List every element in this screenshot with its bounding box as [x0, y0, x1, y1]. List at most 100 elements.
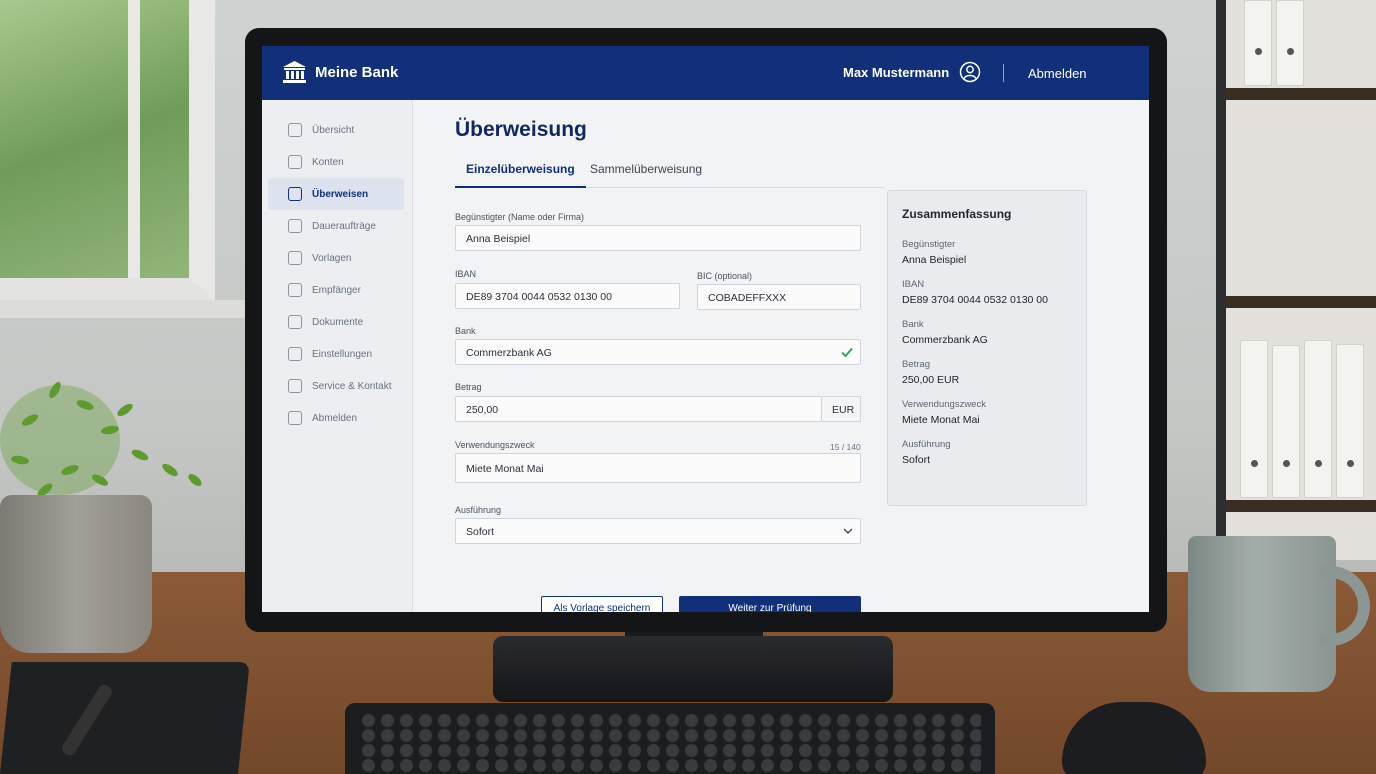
sidebar-item-5[interactable]: Empfänger [268, 274, 412, 306]
bank-label: Bank [455, 326, 476, 336]
top-bar: Meine Bank Max Mustermann Abmelden [262, 46, 1149, 100]
summary-row-label: IBAN [902, 279, 925, 290]
wallet-icon [288, 155, 302, 169]
summary-row: IBAN DE89 3704 0044 0532 0130 00 [902, 279, 1072, 306]
bank-building-icon [283, 61, 306, 83]
sidebar-item-6[interactable]: Dokumente [268, 306, 412, 338]
background-shelf [1216, 0, 1376, 560]
save-template-button[interactable]: Als Vorlage speichern [541, 596, 663, 612]
transfer-tabs: Einzelüberweisung Sammelüberweisung [455, 156, 885, 188]
brand-logo[interactable]: Meine Bank [282, 60, 398, 84]
summary-row-label: Ausführung [902, 439, 951, 450]
summary-row-value: Sofort [902, 454, 931, 466]
summary-row-value: Commerzbank AG [902, 334, 988, 346]
shelf-board [1226, 88, 1376, 100]
tab-single-transfer[interactable]: Einzelüberweisung [455, 162, 586, 188]
summary-rows: Begünstigter Anna Beispiel IBAN DE89 3704 0… [902, 239, 1072, 466]
template-icon [288, 251, 302, 265]
summary-row: Bank Commerzbank AG [902, 319, 1072, 346]
user-account-icon[interactable] [959, 61, 981, 83]
sidebar-item-label: Konten [312, 156, 344, 168]
bic-label: BIC (optional) [697, 271, 753, 281]
plant-pot [0, 495, 152, 653]
logout-icon [288, 411, 302, 425]
background-window [0, 0, 215, 300]
iban-label: IBAN [455, 269, 477, 279]
summary-title: Zusammenfassung [902, 207, 1012, 221]
sidebar-nav: Übersicht Konten Überweisen Daueraufträge Vo… [268, 114, 412, 434]
logout-link[interactable]: Abmelden [1028, 66, 1087, 81]
screen: Meine Bank Max Mustermann Abmelden Übers… [262, 46, 1149, 612]
coffee-mug [1188, 536, 1336, 692]
document-icon [288, 315, 302, 329]
sidebar-item-label: Überweisen [312, 188, 369, 200]
binder [1304, 340, 1332, 498]
iban-input[interactable]: DE89 3704 0044 0532 0130 00 [455, 283, 680, 309]
summary-row: Begünstigter Anna Beispiel [902, 239, 1072, 266]
bic-input[interactable]: COBADEFFXXX [697, 284, 861, 310]
summary-row: Betrag 250,00 EUR [902, 359, 1072, 386]
sidebar-item-9[interactable]: Abmelden [268, 402, 412, 434]
binder [1244, 0, 1272, 86]
sidebar-item-label: Abmelden [312, 412, 358, 424]
binder [1276, 0, 1304, 86]
purpose-input[interactable]: Miete Monat Mai [455, 453, 861, 483]
beneficiary-input[interactable]: Anna Beispiel [455, 225, 861, 251]
calendar-icon [288, 219, 302, 233]
sidebar-item-label: Einstellungen [312, 348, 373, 360]
monitor: Meine Bank Max Mustermann Abmelden Übers… [245, 28, 1167, 632]
home-icon [288, 123, 302, 137]
amount-label: Betrag [455, 382, 482, 392]
person-icon [288, 283, 302, 297]
sidebar-item-4[interactable]: Vorlagen [268, 242, 412, 274]
sidebar-item-0[interactable]: Übersicht [268, 114, 412, 146]
sidebar-item-7[interactable]: Einstellungen [268, 338, 412, 370]
sidebar-item-3[interactable]: Daueraufträge [268, 210, 412, 242]
execution-selected-value: Sofort [466, 526, 495, 538]
binder [1336, 344, 1364, 498]
keyboard [345, 703, 995, 774]
bank-value: Commerzbank AG [466, 347, 552, 359]
currency-badge: EUR [822, 396, 861, 422]
shelf-board [1226, 296, 1376, 308]
sidebar-item-label: Daueraufträge [312, 220, 376, 232]
sidebar-item-label: Übersicht [312, 124, 355, 136]
keyboard-keys [359, 713, 981, 774]
checkmark-icon [841, 347, 853, 358]
sidebar-item-1[interactable]: Konten [268, 146, 412, 178]
summary-row: Ausführung Sofort [902, 439, 1072, 466]
sidebar-item-label: Service & Kontakt [312, 380, 392, 392]
page-title: Überweisung [455, 118, 587, 141]
summary-row: Verwendungszweck Miete Monat Mai [902, 399, 1072, 426]
sidebar-item-label: Empfänger [312, 284, 361, 296]
summary-row-value: Anna Beispiel [902, 254, 967, 266]
continue-to-review-button[interactable]: Weiter zur Prüfung [679, 596, 861, 612]
brand-name: Meine Bank [315, 63, 399, 81]
execution-select[interactable]: Sofort [455, 518, 861, 544]
shelf-board [1226, 500, 1376, 512]
window-mullion [128, 0, 140, 278]
summary-row-label: Betrag [902, 359, 930, 370]
summary-panel: Zusammenfassung Begünstigter Anna Beispie… [887, 190, 1087, 506]
sidebar-item-8[interactable]: Service & Kontakt [268, 370, 412, 402]
sidebar-item-label: Dokumente [312, 316, 364, 328]
purpose-char-counter: 15 / 140 [830, 442, 861, 452]
gear-icon [288, 347, 302, 361]
monitor-stand-base [493, 636, 893, 702]
amount-input[interactable]: 250,00 [455, 396, 822, 422]
sidebar-item-2[interactable]: Überweisen [268, 178, 404, 210]
header-divider [1003, 64, 1004, 82]
bank-field: Commerzbank AG [455, 339, 861, 365]
summary-row-value: DE89 3704 0044 0532 0130 00 [902, 294, 1048, 306]
sidebar: Übersicht Konten Überweisen Daueraufträge Vo… [262, 100, 413, 612]
execution-label: Ausführung [455, 505, 502, 515]
beneficiary-label: Begünstigter (Name oder Firma) [455, 212, 585, 222]
binder [1240, 340, 1268, 498]
transfer-icon [288, 187, 302, 201]
help-icon [288, 379, 302, 393]
tab-batch-transfer[interactable]: Sammelüberweisung [590, 162, 702, 176]
summary-row-label: Begünstigter [902, 239, 956, 250]
summary-row-value: Miete Monat Mai [902, 414, 980, 426]
summary-row-label: Bank [902, 319, 924, 330]
binder [1272, 345, 1300, 498]
